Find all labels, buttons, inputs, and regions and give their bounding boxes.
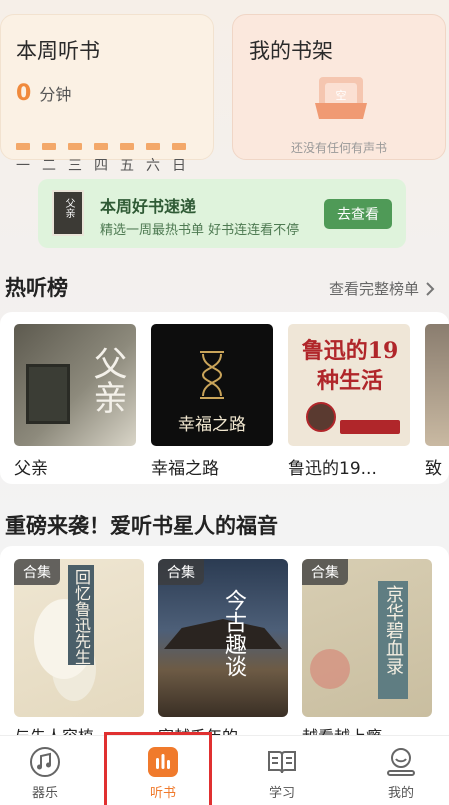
collection-badge: 合集 [14, 559, 60, 585]
day-label: 三 [68, 158, 82, 174]
collection-cover: 今古趣谈 合集 [158, 559, 288, 717]
view-full-ranking-label: 查看完整榜单 [328, 280, 419, 298]
weekday-bars: 一 二 三 四 五 六 日 [16, 143, 186, 175]
day-label: 五 [120, 158, 134, 174]
book-cover: 鲁迅的19种生活 [288, 324, 410, 446]
collection-cover: 回忆鲁迅先生 合集 [14, 559, 144, 717]
hot-book-item[interactable]: 致 [425, 324, 449, 479]
view-picks-button[interactable]: 去查看 [324, 199, 392, 229]
collection-item[interactable]: 今古趣谈 合集 穿越千年的... [158, 559, 288, 746]
promo-subtitle: 精选一周最热书单 好书连连看不停 [100, 223, 300, 238]
tab-label: 学习 [268, 786, 295, 801]
day-sat: 六 [146, 143, 160, 175]
hot-book-item[interactable]: 鲁迅的19种生活 鲁迅的19... [288, 324, 410, 479]
day-wed: 三 [68, 143, 82, 175]
tab-label: 我的 [387, 786, 414, 801]
day-fri: 五 [120, 143, 134, 175]
day-label: 四 [94, 158, 108, 174]
book-cover: 父亲 [14, 324, 136, 446]
tab-instruments[interactable]: 器乐 [0, 736, 90, 805]
day-bar [16, 143, 30, 150]
profile-icon [387, 748, 415, 776]
weekly-minutes: 0 分钟 [16, 81, 71, 106]
day-sun: 日 [172, 143, 186, 175]
promo-book-title: 父亲 [63, 198, 74, 218]
book-cover: 幸福之路 [151, 324, 273, 446]
day-bar [68, 143, 82, 150]
tab-learning[interactable]: 学习 [237, 736, 327, 805]
tab-profile[interactable]: 我的 [356, 736, 446, 805]
hot-book-item[interactable]: 幸福之路 幸福之路 [151, 324, 273, 479]
weekly-listening-card[interactable]: 本周听书 0 分钟 一 二 三 四 五 六 日 [0, 14, 214, 174]
bookshelf-title: 我的书架 [249, 39, 333, 63]
collection-item[interactable]: 京华碧血录 合集 越看越上瘾... [302, 559, 432, 746]
day-thu: 四 [94, 143, 108, 175]
tab-label: 器乐 [31, 786, 58, 801]
chevron-right-icon [426, 281, 435, 296]
empty-shelf-label: 空 [336, 88, 347, 102]
day-bar [94, 143, 108, 150]
weekly-picks-banner[interactable]: 父亲 本周好书速递 精选一周最热书单 好书连连看不停 去查看 [38, 179, 406, 248]
weekly-listening-title: 本周听书 [16, 39, 100, 63]
cover-title: 父亲 [87, 346, 127, 414]
bookshelf-empty-text: 还没有任何有声书 [290, 141, 387, 155]
day-label: 六 [146, 158, 160, 174]
audio-bars-icon [148, 747, 178, 777]
collection-badge: 合集 [158, 559, 204, 585]
day-bar [120, 143, 134, 150]
collection-cover: 京华碧血录 合集 [302, 559, 432, 717]
bottom-tab-bar: 器乐 听书 学习 我的 [0, 735, 449, 805]
empty-shelf-icon: 空 [315, 77, 367, 119]
collection-carousel[interactable]: 回忆鲁迅先生 合集 与先人容植... 今古趣谈 合集 穿越千年的... 京华碧血… [0, 546, 449, 746]
minutes-unit: 分钟 [39, 85, 72, 104]
cover-title: 回忆鲁迅先生 [72, 569, 91, 665]
promo-title: 本周好书速递 [100, 197, 197, 216]
view-full-ranking-link[interactable]: 查看完整榜单 [329, 278, 435, 299]
day-bar [172, 143, 186, 150]
day-label: 一 [16, 158, 30, 174]
book-title: 致 [425, 459, 442, 479]
hot-list-title: 热听榜 [5, 275, 68, 300]
tab-audiobooks[interactable]: 听书 [118, 736, 208, 805]
open-book-icon [268, 751, 296, 774]
minutes-value: 0 [16, 81, 32, 106]
cover-title: 幸福之路 [178, 415, 246, 435]
collection-item[interactable]: 回忆鲁迅先生 合集 与先人容植... [14, 559, 144, 746]
hourglass-icon [200, 351, 224, 399]
day-tue: 二 [42, 143, 56, 175]
music-note-icon [30, 747, 60, 777]
book-cover [425, 324, 449, 446]
book-title: 幸福之路 [151, 459, 219, 479]
day-mon: 一 [16, 143, 30, 175]
hot-list-carousel[interactable]: 父亲 父亲 幸福之路 幸福之路 鲁迅的19种生活 鲁迅的19... 致 [0, 312, 449, 484]
tab-label: 听书 [149, 786, 176, 801]
day-label: 日 [172, 158, 186, 174]
cover-title: 鲁迅的19种生活 [301, 338, 399, 394]
hot-book-item[interactable]: 父亲 父亲 [14, 324, 136, 479]
featured-collection-title: 重磅来袭！爱听书星人的福音 [5, 513, 278, 538]
day-label: 二 [42, 158, 56, 174]
bookshelf-card[interactable]: 我的书架 空 还没有任何有声书 [232, 14, 446, 160]
promo-book-cover: 父亲 [52, 190, 84, 236]
cover-title: 京华碧血录 [383, 585, 404, 675]
book-title: 鲁迅的19... [288, 459, 377, 479]
collection-badge: 合集 [302, 559, 348, 585]
book-title: 父亲 [14, 459, 48, 479]
day-bar [146, 143, 160, 150]
day-bar [42, 143, 56, 150]
cover-title: 今古趣谈 [221, 589, 246, 677]
